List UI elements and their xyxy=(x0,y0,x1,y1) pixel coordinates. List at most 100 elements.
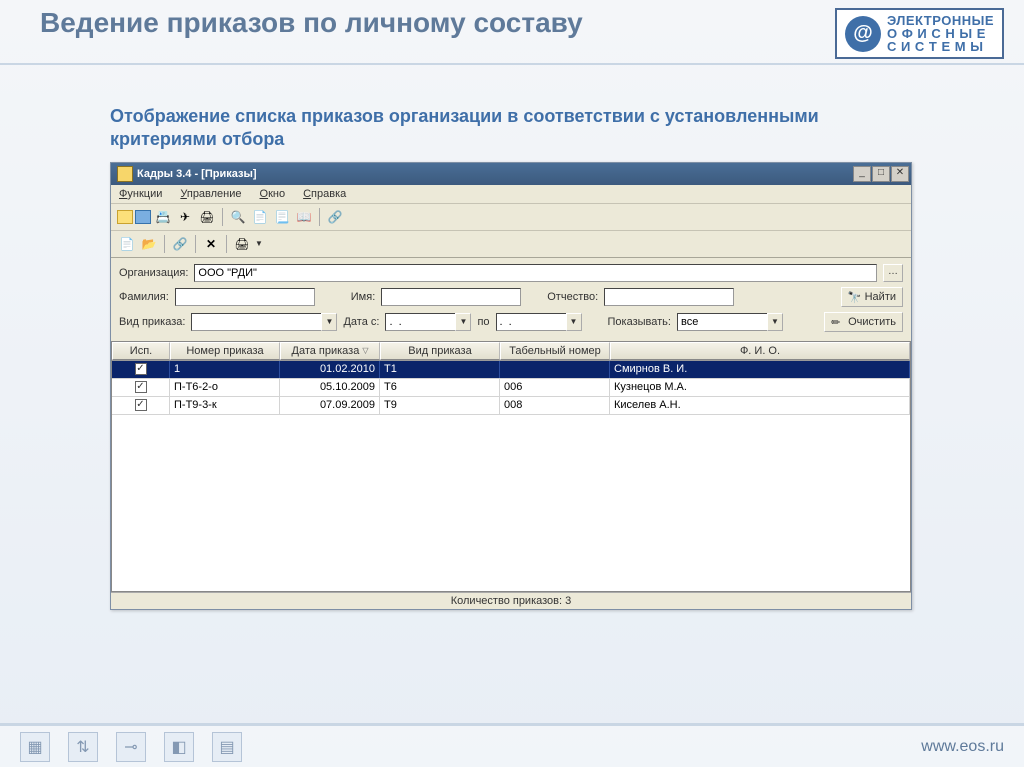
table-row[interactable]: ✓ 101.02.2010Т1 Смирнов В. И. xyxy=(112,361,910,379)
close-button[interactable]: ✕ xyxy=(891,166,909,182)
show-input[interactable] xyxy=(677,313,767,331)
cell-date: 05.10.2009 xyxy=(280,379,380,396)
footer-icon-1: ▦ xyxy=(20,732,50,762)
date-from-combo[interactable]: ▼ xyxy=(385,313,471,331)
tool-doc1-icon[interactable]: 📄 xyxy=(250,207,270,227)
titlebar[interactable]: Кадры 3.4 - [Приказы] _ □ ✕ xyxy=(111,163,911,185)
show-combo[interactable]: ▼ xyxy=(677,313,783,331)
header-date[interactable]: Дата приказа▽ xyxy=(280,342,380,360)
footer-icon-2: ⇅ xyxy=(68,732,98,762)
cell-type: Т6 xyxy=(380,379,500,396)
toolbar-secondary: 📄 📂 🔗 ✕ 🖨 ▼ xyxy=(111,231,911,258)
footer-icon-4: ◧ xyxy=(164,732,194,762)
checkbox-icon[interactable]: ✓ xyxy=(135,399,147,411)
menubar: Функции Управление Окно Справка xyxy=(111,185,911,204)
header-isp[interactable]: Исп. xyxy=(112,342,170,360)
cell-type: Т9 xyxy=(380,397,500,414)
chevron-down-icon[interactable]: ▼ xyxy=(455,313,471,331)
order-type-combo[interactable]: ▼ xyxy=(191,313,337,331)
clear-button[interactable]: ✏ Очистить xyxy=(824,312,903,332)
tool-card-blue-icon[interactable] xyxy=(135,210,151,224)
tool-open-icon[interactable]: 📂 xyxy=(139,234,159,254)
header-type[interactable]: Вид приказа xyxy=(380,342,500,360)
date-to-input[interactable] xyxy=(496,313,566,331)
tool-print2-icon[interactable]: 🖨 xyxy=(232,234,252,254)
header-fio[interactable]: Ф. И. О. xyxy=(610,342,910,360)
toolbar-separator xyxy=(319,208,320,226)
date-from-label: Дата с: xyxy=(343,316,379,328)
cell-number: 1 xyxy=(170,361,280,378)
menu-help[interactable]: Справка xyxy=(299,187,350,201)
chevron-down-icon[interactable]: ▼ xyxy=(321,313,337,331)
maximize-button[interactable]: □ xyxy=(872,166,890,182)
brand-logo-icon: @ xyxy=(845,16,881,52)
menu-functions[interactable]: Функции xyxy=(115,187,166,201)
slide-footer: ▦ ⇅ ⊸ ◧ ▤ www.eos.ru xyxy=(0,723,1024,767)
tool-search-icon[interactable]: 🔍 xyxy=(228,207,248,227)
sort-desc-icon: ▽ xyxy=(362,346,368,355)
grid-header: Исп. Номер приказа Дата приказа▽ Вид при… xyxy=(112,342,910,361)
lastname-label: Фамилия: xyxy=(119,291,169,303)
show-label: Показывать: xyxy=(608,316,671,328)
menu-window[interactable]: Окно xyxy=(256,187,290,201)
cell-tabnum: 008 xyxy=(500,397,610,414)
org-label: Организация: xyxy=(119,267,188,279)
brand-line-3: С И С Т Е М Ы xyxy=(887,40,994,53)
chevron-down-icon[interactable]: ▼ xyxy=(767,313,783,331)
firstname-input[interactable] xyxy=(381,288,521,306)
cell-date: 07.09.2009 xyxy=(280,397,380,414)
cell-type: Т1 xyxy=(380,361,500,378)
binoculars-icon: 🔭 xyxy=(848,291,862,303)
filter-form: Организация: … Фамилия: Имя: Отчество: 🔭… xyxy=(111,258,911,341)
toolbar-separator xyxy=(226,235,227,253)
tool-delete-icon[interactable]: ✕ xyxy=(201,234,221,254)
tool-plane-icon[interactable]: ✈ xyxy=(175,207,195,227)
table-row[interactable]: ✓ П-Т6-2-о05.10.2009Т6006Кузнецов М.А. xyxy=(112,379,910,397)
org-input[interactable] xyxy=(194,264,877,282)
cell-tabnum xyxy=(500,361,610,378)
footer-icon-3: ⊸ xyxy=(116,732,146,762)
tool-print-icon[interactable]: 🖨 xyxy=(197,207,217,227)
checkbox-icon[interactable]: ✓ xyxy=(135,363,147,375)
tool-link-icon[interactable]: 🔗 xyxy=(325,207,345,227)
tool-doc2-icon[interactable]: 📃 xyxy=(272,207,292,227)
patronymic-label: Отчество: xyxy=(547,291,598,303)
cell-number: П-Т6-2-о xyxy=(170,379,280,396)
statusbar: Количество приказов: 3 xyxy=(111,592,911,609)
header-tabnum[interactable]: Табельный номер xyxy=(500,342,610,360)
cell-fio: Смирнов В. И. xyxy=(610,361,910,378)
tool-print-dropdown-icon[interactable]: ▼ xyxy=(254,239,263,248)
minimize-button[interactable]: _ xyxy=(853,166,871,182)
find-button[interactable]: 🔭 Найти xyxy=(841,287,903,307)
cell-date: 01.02.2010 xyxy=(280,361,380,378)
find-button-label: Найти xyxy=(865,291,896,303)
footer-icon-5: ▤ xyxy=(212,732,242,762)
order-type-input[interactable] xyxy=(191,313,321,331)
cell-tabnum: 006 xyxy=(500,379,610,396)
tool-attach-icon[interactable]: 🔗 xyxy=(170,234,190,254)
tool-catalog-icon[interactable]: 📖 xyxy=(294,207,314,227)
date-from-input[interactable] xyxy=(385,313,455,331)
tool-new-icon[interactable]: 📄 xyxy=(117,234,137,254)
lastname-input[interactable] xyxy=(175,288,315,306)
toolbar-separator xyxy=(195,235,196,253)
org-browse-button[interactable]: … xyxy=(883,264,903,282)
table-row[interactable]: ✓П-Т9-3-к07.09.2009Т9008Киселев А.Н. xyxy=(112,397,910,415)
cell-fio: Киселев А.Н. xyxy=(610,397,910,414)
tool-card-yellow-icon[interactable] xyxy=(117,210,133,224)
cell-fio: Кузнецов М.А. xyxy=(610,379,910,396)
date-to-label: по xyxy=(477,316,489,328)
toolbar-separator xyxy=(222,208,223,226)
checkbox-icon[interactable]: ✓ xyxy=(135,381,147,393)
tool-book-icon[interactable]: 📇 xyxy=(153,207,173,227)
header-number[interactable]: Номер приказа xyxy=(170,342,280,360)
menu-manage[interactable]: Управление xyxy=(176,187,245,201)
brand-box: @ ЭЛЕКТРОННЫЕ О Ф И С Н Ы Е С И С Т Е М … xyxy=(835,8,1004,59)
date-to-combo[interactable]: ▼ xyxy=(496,313,582,331)
app-icon xyxy=(117,166,133,182)
chevron-down-icon[interactable]: ▼ xyxy=(566,313,582,331)
patronymic-input[interactable] xyxy=(604,288,734,306)
firstname-label: Имя: xyxy=(351,291,375,303)
clear-button-label: Очистить xyxy=(848,316,896,328)
order-type-label: Вид приказа: xyxy=(119,316,185,328)
